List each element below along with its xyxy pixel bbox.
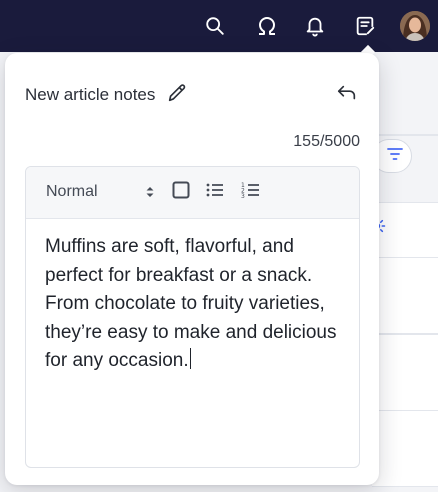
bell-icon	[304, 14, 326, 38]
numbered-list-icon: 123	[241, 180, 261, 205]
checkbox-icon	[171, 180, 191, 205]
avatar[interactable]	[400, 11, 430, 41]
checkbox-button[interactable]	[169, 180, 193, 204]
select-arrows-icon	[145, 184, 155, 205]
bullet-list-button[interactable]	[203, 180, 227, 204]
special-characters-button[interactable]	[250, 9, 284, 43]
editor-toolbar: Normal 123	[26, 167, 359, 219]
top-navigation-bar	[0, 0, 438, 52]
notes-button[interactable]	[348, 9, 382, 43]
notes-header: New article notes	[25, 83, 189, 107]
text-caret	[189, 348, 191, 369]
omega-icon	[255, 14, 279, 38]
pencil-icon	[166, 82, 188, 109]
background-card	[372, 410, 438, 487]
edit-title-button[interactable]	[165, 83, 189, 107]
filter-icon	[387, 147, 403, 166]
notes-popover: New article notes 155/5000 Normal 1 2 3 …	[5, 53, 379, 485]
undo-arrow-icon	[336, 82, 358, 109]
notes-content-area[interactable]: Muffins are soft, flavorful, and perfect…	[26, 219, 359, 467]
background-card	[372, 257, 438, 334]
search-icon	[204, 15, 226, 37]
notifications-button[interactable]	[298, 9, 332, 43]
notes-editor: Normal 123 Muffins are soft, flavorful, …	[25, 166, 360, 468]
background-card	[372, 334, 438, 411]
text-format-value: Normal	[46, 183, 98, 200]
svg-text:3: 3	[241, 193, 245, 200]
bullet-list-icon	[205, 180, 225, 205]
notes-content-text: Muffins are soft, flavorful, and perfect…	[45, 236, 337, 371]
background-divider	[372, 134, 438, 136]
back-button[interactable]	[335, 83, 359, 107]
notes-title: New article notes	[25, 85, 156, 104]
text-format-select[interactable]: Normal	[46, 179, 158, 205]
notes-icon	[354, 14, 376, 38]
numbered-list-button[interactable]: 123	[239, 180, 263, 204]
character-count: 155/5000	[293, 133, 360, 150]
search-button[interactable]	[198, 9, 232, 43]
